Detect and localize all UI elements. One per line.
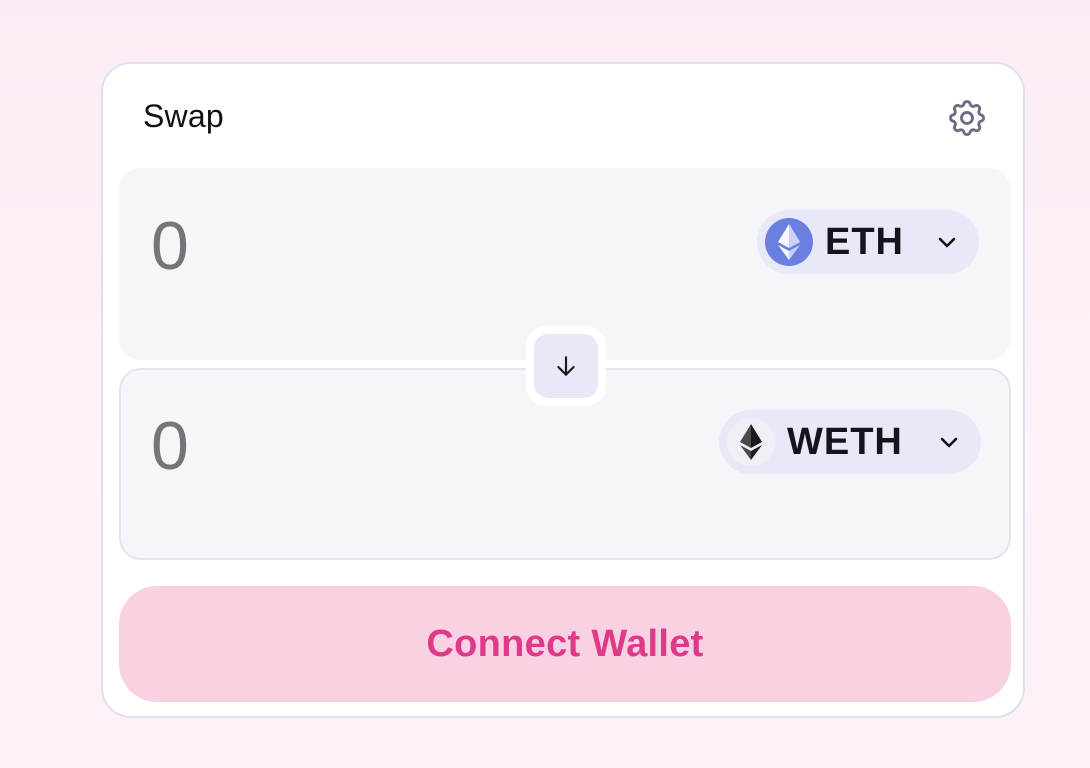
chevron-down-icon — [937, 430, 961, 454]
sell-token-symbol: ETH — [825, 220, 904, 263]
buy-amount-input[interactable] — [151, 406, 651, 486]
buy-token-selector[interactable]: WETH — [719, 410, 981, 474]
switch-tokens-button[interactable] — [526, 326, 606, 406]
buy-token-symbol: WETH — [787, 420, 903, 463]
sell-token-selector[interactable]: ETH — [757, 210, 979, 274]
eth-token-icon — [765, 218, 813, 266]
weth-token-icon — [727, 418, 775, 466]
connect-wallet-button[interactable]: Connect Wallet — [119, 586, 1011, 702]
chevron-down-icon — [935, 230, 959, 254]
gear-icon[interactable] — [945, 96, 989, 140]
arrow-down-icon — [534, 334, 598, 398]
sell-amount-input[interactable] — [151, 206, 651, 286]
swap-card: Swap ETH — [101, 62, 1025, 718]
swap-title: Swap — [143, 98, 224, 134]
